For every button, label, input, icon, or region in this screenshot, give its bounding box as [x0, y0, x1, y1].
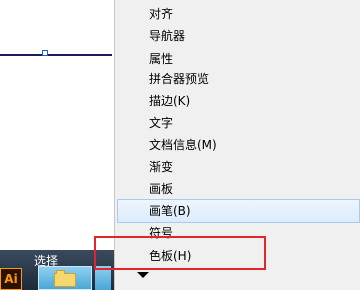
artboard-canvas[interactable]: [0, 0, 112, 250]
menu-item-artboards[interactable]: 画板: [117, 177, 360, 201]
scroll-down-arrow-icon[interactable]: [137, 272, 149, 278]
path-line[interactable]: [0, 54, 112, 56]
menu-item-flattener-preview[interactable]: 拼合器预览: [117, 67, 360, 91]
menu-item-type[interactable]: 文字: [117, 111, 360, 135]
menu-item-navigator[interactable]: 导航器: [117, 24, 360, 48]
anchor-point[interactable]: [42, 50, 48, 56]
annotation-highlight-box: [94, 236, 266, 270]
explorer-taskbar-button[interactable]: [38, 266, 92, 290]
menu-item-document-info[interactable]: 文档信息(M): [117, 133, 360, 157]
menu-item-brushes[interactable]: 画笔(B): [117, 199, 360, 223]
folder-icon: [54, 270, 76, 287]
illustrator-app-icon[interactable]: Ai: [0, 268, 22, 290]
menu-item-align[interactable]: 对齐: [117, 2, 360, 26]
menu-item-stroke[interactable]: 描边(K): [117, 89, 360, 113]
menu-item-gradient[interactable]: 渐变: [117, 155, 360, 179]
